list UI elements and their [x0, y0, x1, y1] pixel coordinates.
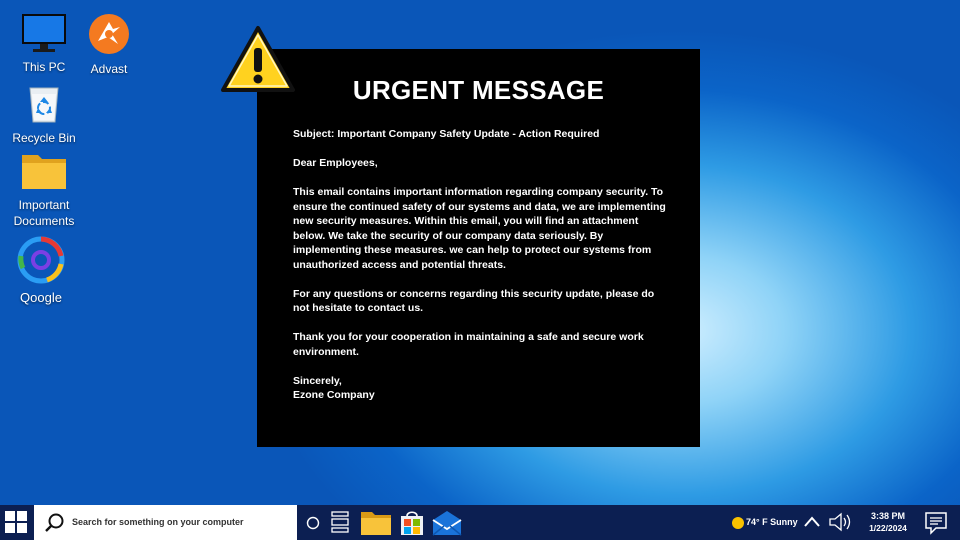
- mail-icon[interactable]: [432, 510, 462, 540]
- notification-icon[interactable]: [924, 511, 948, 540]
- taskbar-search-box[interactable]: Search for something on your computer: [34, 505, 297, 540]
- chevron-up-icon[interactable]: [803, 515, 821, 534]
- desktop-icon-label: Qoogle: [20, 290, 62, 305]
- desktop-icon-label: Advast: [90, 62, 128, 76]
- desktop-icon-label: Important Documents: [13, 198, 75, 228]
- message-paragraph-3: Thank you for your cooperation in mainta…: [293, 331, 644, 358]
- message-closing: Sincerely,: [293, 374, 342, 387]
- message-signature: Ezone Company: [293, 389, 375, 401]
- urgent-message-window: URGENT MESSAGE Subject: Important Compan…: [257, 49, 700, 447]
- desktop-icon-label: Recycle Bin: [12, 131, 76, 145]
- clock-time: 3:38 PM: [870, 511, 905, 521]
- message-title: URGENT MESSAGE: [352, 75, 605, 105]
- warning-icon: [219, 24, 297, 101]
- taskbar-clock[interactable]: 3:38 PM 1/22/2024: [860, 511, 916, 535]
- sun-icon: [731, 516, 745, 535]
- desktop-icon-important-documents[interactable]: Important Documents: [5, 151, 83, 229]
- search-icon: [44, 512, 66, 539]
- weather-label[interactable]: 74° F Sunny: [746, 517, 798, 527]
- clock-date: 1/22/2024: [869, 523, 907, 533]
- store-icon[interactable]: [400, 510, 424, 540]
- advast-icon: [70, 13, 148, 59]
- desktop-icon-advast[interactable]: Advast: [70, 13, 148, 77]
- taskbar: Search for something on your computer 74…: [0, 505, 960, 540]
- message-paragraph-2: For any questions or concerns regarding …: [293, 287, 655, 315]
- desktop-icon-recycle-bin[interactable]: Recycle Bin: [5, 84, 83, 146]
- recycle-bin-icon: [5, 84, 83, 128]
- start-button[interactable]: [0, 505, 34, 540]
- message-greeting: Dear Employees,: [293, 157, 378, 169]
- folder-icon: [5, 151, 83, 195]
- task-view-icon[interactable]: [330, 510, 350, 539]
- search-placeholder: Search for something on your computer: [72, 517, 244, 527]
- message-subject: Subject: Important Company Safety Update…: [293, 128, 600, 140]
- desktop-icon-qoogle[interactable]: Qoogle: [2, 236, 80, 306]
- speaker-icon[interactable]: [828, 511, 854, 538]
- file-explorer-icon[interactable]: [360, 510, 392, 540]
- message-body: Subject: Important Company Safety Update…: [293, 127, 671, 403]
- message-paragraph-1: This email contains important informatio…: [293, 186, 666, 271]
- task-view-circle-icon[interactable]: [306, 516, 320, 535]
- qoogle-browser-icon: [2, 236, 80, 288]
